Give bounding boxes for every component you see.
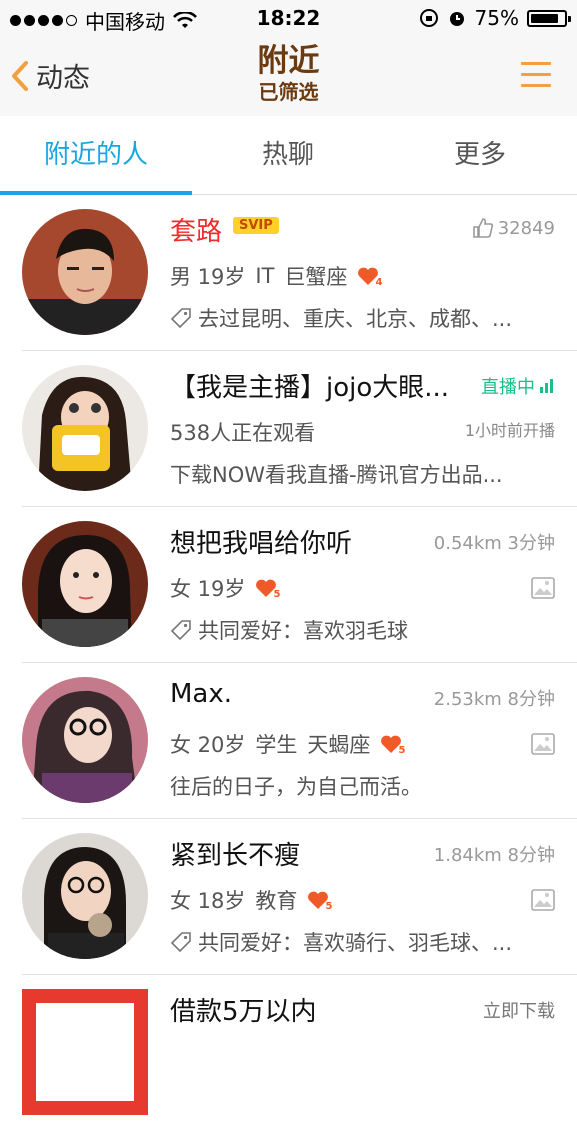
nav-bar: 动态 附近 已筛选	[0, 36, 577, 116]
level-heart-icon: 5	[380, 734, 407, 756]
tag-text: 去过昆明、重庆、北京、成都、...	[198, 307, 513, 331]
tag-text: 共同爱好：喜欢骑行、羽毛球、...	[198, 931, 513, 955]
photo-icon[interactable]	[531, 577, 555, 599]
profile-info: 男 19岁 IT 巨蟹座 4	[170, 261, 384, 291]
avatar	[22, 521, 148, 647]
tag-line: 去过昆明、重庆、北京、成都、...	[170, 303, 512, 333]
status-right: 75%	[419, 6, 571, 30]
people-list: 套路 SVIP 32849 男 19岁 IT 巨蟹座 4 去过昆明、重庆、北京、…	[0, 195, 577, 1130]
ad-thumbnail	[22, 989, 148, 1115]
level-number: 5	[272, 589, 282, 600]
profile-info: 女 20岁 学生 天蝎座 5	[170, 729, 407, 759]
gender-age: 女 18岁	[170, 889, 246, 913]
list-item[interactable]: 想把我唱给你听 0.54km 3分钟 女 19岁 5 共同爱好：喜欢羽毛球	[22, 507, 577, 663]
gender-age: 女 19岁	[170, 577, 246, 601]
person-name: 套路	[170, 217, 223, 247]
page-title: 附近 已筛选	[0, 42, 577, 104]
distance-time: 2.53km 8分钟	[433, 689, 555, 710]
thumbs-up-icon	[472, 218, 493, 238]
list-item[interactable]: Max. 2.53km 8分钟 女 20岁 学生 天蝎座 5 往后的日子，为自己…	[22, 663, 577, 819]
photo-icon[interactable]	[531, 889, 555, 911]
tab-nearby-people[interactable]: 附近的人	[0, 116, 192, 195]
avatar	[22, 677, 148, 803]
level-heart-icon: 4	[357, 266, 384, 288]
level-heart-icon: 5	[255, 578, 282, 600]
tag-icon	[170, 308, 191, 329]
filter-status: 已筛选	[258, 80, 319, 104]
ad-download-button[interactable]: 立即下载	[483, 997, 555, 1023]
tag-line: 共同爱好：喜欢骑行、羽毛球、...	[170, 927, 512, 957]
list-item[interactable]: 紧到长不瘦 1.84km 8分钟 女 18岁 教育 5 共同爱好：喜欢骑行、羽毛…	[22, 819, 577, 975]
tag-icon	[170, 620, 191, 641]
level-number: 5	[324, 901, 334, 912]
live-label: 直播中	[481, 377, 535, 398]
level-number: 5	[397, 745, 407, 756]
tag-text: 共同爱好：喜欢羽毛球	[198, 619, 408, 643]
ad-list-item[interactable]: 借款5万以内 立即下载	[22, 975, 577, 1130]
live-description-line: 下载NOW看我直播-腾讯官方出品...	[170, 459, 503, 489]
menu-icon[interactable]	[521, 62, 551, 88]
svip-badge: SVIP	[233, 217, 279, 234]
page-title-text: 附近	[257, 43, 320, 79]
level-heart-icon: 5	[307, 890, 334, 912]
tab-more[interactable]: 更多	[384, 116, 576, 194]
distance-time: 0.54km 3分钟	[433, 533, 555, 554]
occupation: 学生	[255, 733, 298, 757]
person-name: 想把我唱给你听	[170, 529, 353, 559]
photo-icon[interactable]	[531, 733, 555, 755]
occupation: 教育	[255, 889, 298, 913]
person-name: Max.	[170, 679, 233, 709]
ad-title: 借款5万以内	[170, 997, 317, 1027]
zodiac: 天蝎座	[307, 733, 371, 757]
viewer-count: 538人正在观看	[170, 421, 316, 445]
gender-age: 女 20岁	[170, 733, 246, 757]
viewer-count-line: 538人正在观看	[170, 417, 315, 447]
profile-info: 女 18岁 教育 5	[170, 885, 334, 915]
like-count-value: 32849	[497, 217, 555, 239]
person-name: 紧到长不瘦	[170, 841, 301, 871]
avatar	[22, 365, 148, 491]
live-signal-icon	[540, 379, 553, 393]
tab-bar: 附近的人 热聊 更多	[0, 116, 577, 195]
distance-time: 1.84km 8分钟	[433, 845, 555, 866]
zodiac: 巨蟹座	[284, 265, 348, 289]
tag-line: 共同爱好：喜欢羽毛球	[170, 615, 408, 645]
alarm-icon	[449, 12, 464, 26]
gender-age: 男 19岁	[170, 265, 246, 289]
signature-text: 往后的日子，为自己而活。	[170, 775, 422, 799]
battery-icon	[527, 9, 571, 27]
battery-percent: 75%	[474, 6, 519, 30]
tag-icon	[170, 932, 191, 953]
avatar	[22, 833, 148, 959]
level-number: 4	[374, 277, 384, 288]
list-item[interactable]: 套路 SVIP 32849 男 19岁 IT 巨蟹座 4 去过昆明、重庆、北京、…	[22, 195, 577, 351]
avatar	[22, 209, 148, 335]
signature-line: 往后的日子，为自己而活。	[170, 771, 422, 801]
profile-info: 女 19岁 5	[170, 573, 282, 603]
like-count[interactable]: 32849	[472, 217, 555, 239]
rotation-lock-icon	[419, 9, 438, 27]
live-title: 【我是主播】jojo大眼...	[170, 373, 450, 403]
list-item[interactable]: 【我是主播】jojo大眼... 直播中 538人正在观看 1小时前开播 下载NO…	[22, 351, 577, 507]
live-start-time: 1小时前开播	[464, 421, 555, 440]
occupation: IT	[255, 264, 275, 288]
live-description: 下载NOW看我直播-腾讯官方出品...	[170, 463, 503, 487]
tab-hot-chat[interactable]: 热聊	[192, 116, 384, 194]
status-bar: 中国移动 18:22 75%	[0, 0, 577, 36]
live-status: 直播中	[481, 373, 555, 399]
